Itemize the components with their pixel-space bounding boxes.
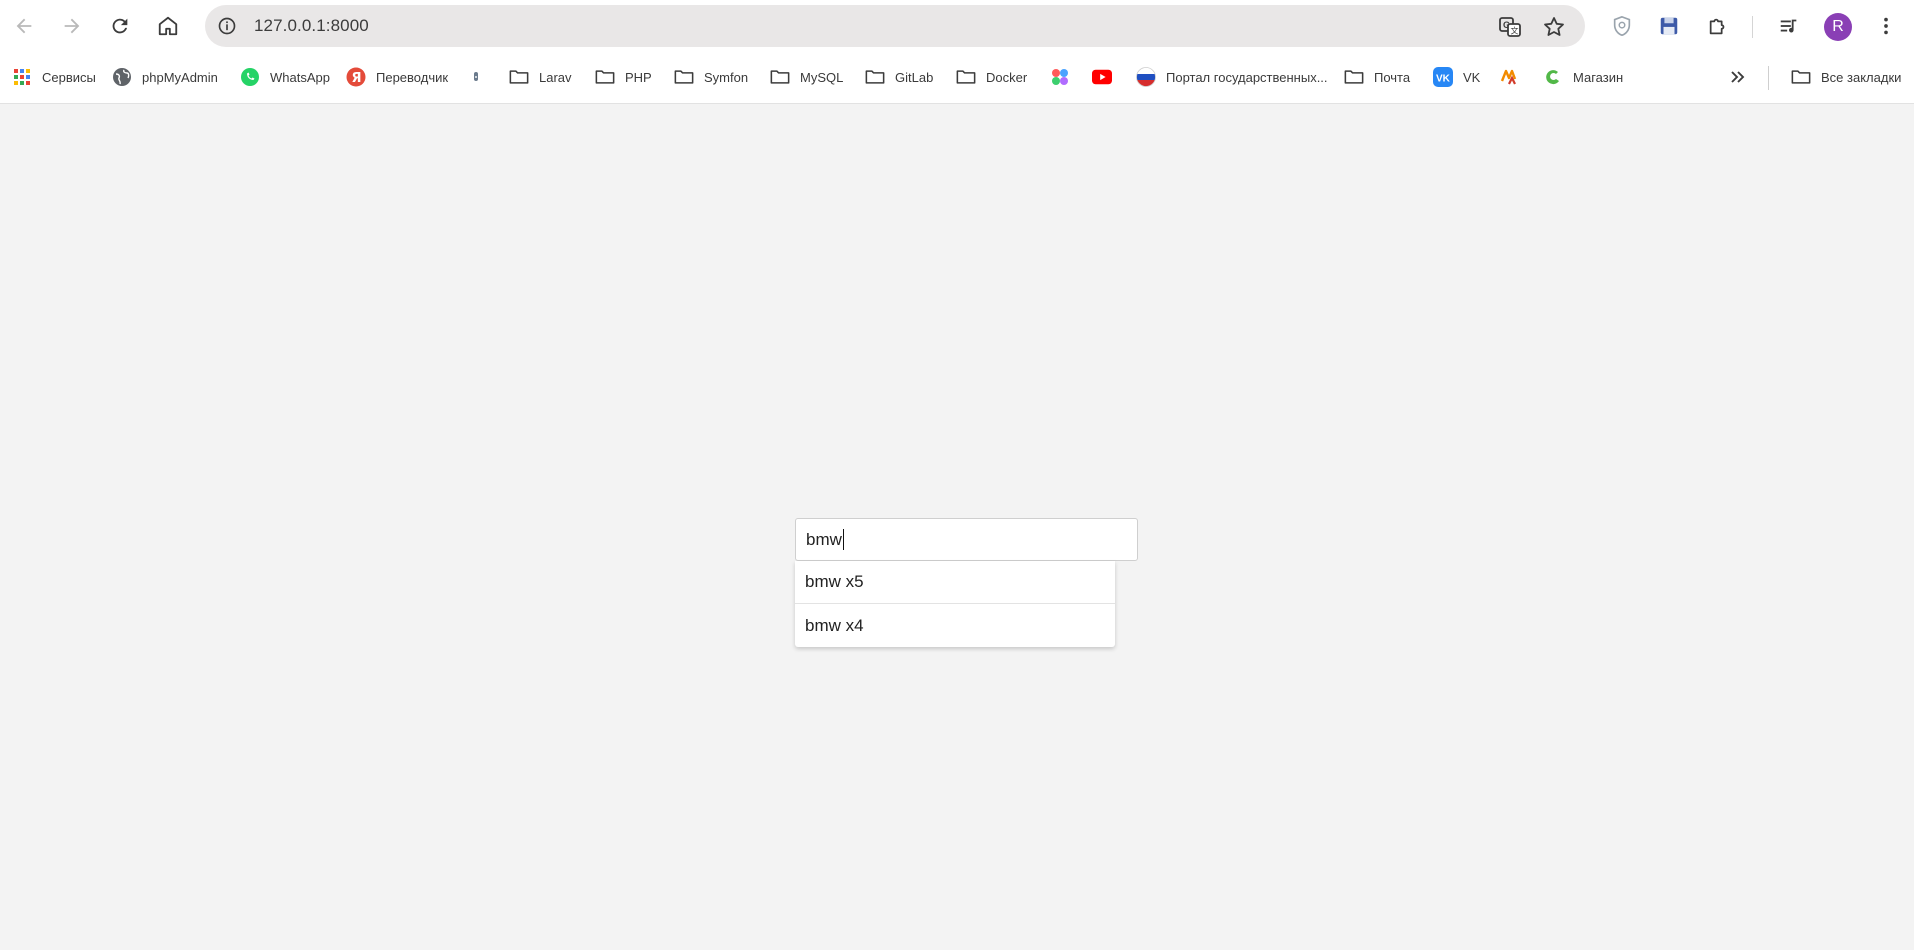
bookmark-servisy[interactable]: Сервисы xyxy=(12,65,96,89)
bookmark-label: MySQL xyxy=(800,69,844,85)
bookmarks-overflow-button[interactable] xyxy=(1728,65,1748,89)
back-icon[interactable] xyxy=(8,10,40,42)
bookmark-label: WhatsApp xyxy=(270,69,330,85)
shield-extension-icon[interactable] xyxy=(1606,10,1638,42)
forward-icon[interactable] xyxy=(56,10,88,42)
bookmark-colorful-app[interactable] xyxy=(1050,65,1070,89)
folder-icon xyxy=(865,67,885,87)
pin-icon xyxy=(466,67,486,87)
chevron-double-right-icon xyxy=(1728,67,1748,87)
home-icon[interactable] xyxy=(152,10,184,42)
all-bookmarks-label: Все закладки xyxy=(1821,69,1902,85)
bookmark-label: Сервисы xyxy=(42,69,96,85)
text-caret xyxy=(843,529,844,550)
bookmark-wildberries[interactable] xyxy=(1500,65,1520,89)
bookmark-phpmyadmin[interactable]: phpMyAdmin xyxy=(112,65,218,89)
folder-icon xyxy=(674,67,694,87)
translate-icon[interactable]: G文 xyxy=(1497,14,1523,40)
bookmark-folder-symfon[interactable]: Symfon xyxy=(674,65,748,89)
shop-icon xyxy=(1543,67,1563,87)
autocomplete-list: bmw x5 bmw x4 xyxy=(795,561,1115,647)
bookmark-whatsapp[interactable]: WhatsApp xyxy=(240,65,330,89)
save-extension-icon[interactable] xyxy=(1653,10,1685,42)
folder-icon xyxy=(770,67,790,87)
browser-toolbar: 127.0.0.1:8000 G文 R xyxy=(0,0,1914,52)
folder-icon xyxy=(509,67,529,87)
reload-icon[interactable] xyxy=(104,10,136,42)
globe-icon xyxy=(112,67,132,87)
bookmark-vk[interactable]: VK VK xyxy=(1433,65,1480,89)
folder-icon xyxy=(1791,67,1811,87)
profile-avatar[interactable]: R xyxy=(1824,13,1852,41)
folder-icon xyxy=(956,67,976,87)
search-input[interactable] xyxy=(795,518,1138,561)
bookmark-folder-mysql[interactable]: MySQL xyxy=(770,65,843,89)
address-url[interactable]: 127.0.0.1:8000 xyxy=(254,16,369,36)
bookmark-label: Портал государственных... xyxy=(1166,69,1328,85)
bookmark-folder-larav[interactable]: Larav xyxy=(509,65,572,89)
apps-grid-icon xyxy=(12,67,32,87)
svg-text:文: 文 xyxy=(1511,26,1519,36)
bookmark-label: Переводчик xyxy=(376,69,449,85)
toolbar-divider xyxy=(1752,16,1753,38)
bookmark-shop[interactable]: Магазин xyxy=(1543,65,1623,89)
menu-dots-icon[interactable] xyxy=(1870,10,1902,42)
bookmark-folder-php[interactable]: PHP xyxy=(595,65,652,89)
bookmark-label: Larav xyxy=(539,69,572,85)
media-queue-icon[interactable] xyxy=(1773,10,1805,42)
bookmark-translator[interactable]: Я Переводчик xyxy=(346,65,448,89)
bookmark-folder-gitlab[interactable]: GitLab xyxy=(865,65,933,89)
folder-icon xyxy=(595,67,615,87)
bookmark-label: Docker xyxy=(986,69,1028,85)
wildberries-icon xyxy=(1500,67,1520,87)
folder-icon xyxy=(1344,67,1364,87)
svg-text:Я: Я xyxy=(352,71,362,86)
bookmark-gosuslugi[interactable]: Портал государственных... xyxy=(1136,65,1328,89)
site-info-icon[interactable] xyxy=(215,14,239,38)
all-bookmarks-folder[interactable]: Все закладки xyxy=(1791,65,1901,89)
bookmark-label: Магазин xyxy=(1573,69,1624,85)
bookmarks-bar: Сервисы phpMyAdmin WhatsApp Я Переводчик… xyxy=(0,52,1914,104)
bookmark-youtube[interactable] xyxy=(1092,65,1112,89)
russia-flag-icon xyxy=(1136,67,1156,87)
bookmark-label: phpMyAdmin xyxy=(142,69,218,85)
bookmark-label: Почта xyxy=(1374,69,1411,85)
extensions-puzzle-icon[interactable] xyxy=(1702,10,1734,42)
bookmark-label: Symfon xyxy=(704,69,749,85)
address-bar[interactable]: 127.0.0.1:8000 G文 xyxy=(205,5,1585,47)
bookmarks-divider xyxy=(1768,66,1769,90)
whatsapp-icon xyxy=(240,67,260,87)
bookmark-folder-pochta[interactable]: Почта xyxy=(1344,65,1410,89)
bookmark-label: VK xyxy=(1463,69,1481,85)
youtube-icon xyxy=(1092,67,1112,87)
vk-icon: VK xyxy=(1433,67,1453,87)
bookmark-label: PHP xyxy=(625,69,652,85)
bookmark-folder-docker[interactable]: Docker xyxy=(956,65,1027,89)
bookmark-star-icon[interactable] xyxy=(1541,14,1567,40)
svg-text:VK: VK xyxy=(1436,74,1451,85)
yandex-translate-icon: Я xyxy=(346,67,366,87)
suggestion-item[interactable]: bmw x4 xyxy=(795,604,1115,647)
bookmark-label: GitLab xyxy=(895,69,934,85)
suggestion-item[interactable]: bmw x5 xyxy=(795,561,1115,604)
colorful-dots-icon xyxy=(1050,67,1070,87)
bookmark-pin[interactable] xyxy=(466,65,486,89)
